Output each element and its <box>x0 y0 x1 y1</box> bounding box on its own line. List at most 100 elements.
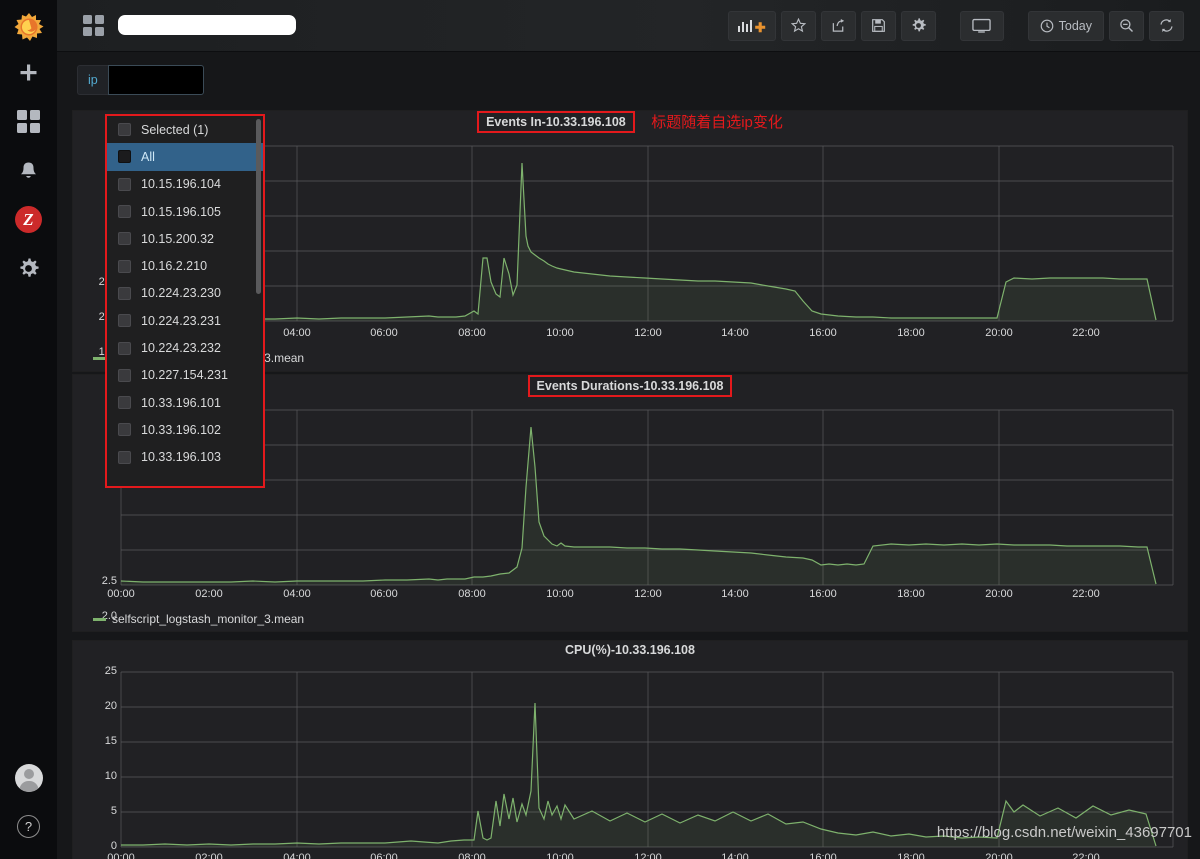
checkbox-icon[interactable] <box>118 205 131 219</box>
sidebar-item-dashboards[interactable] <box>0 97 57 146</box>
xtick-6: 12:00 <box>634 588 662 600</box>
checkbox-icon[interactable] <box>118 368 131 382</box>
panel-title-cpu: CPU(%)-10.33.196.108 <box>565 643 695 657</box>
grafana-logo-icon[interactable] <box>9 8 49 48</box>
page-scrollbar[interactable] <box>1193 52 1199 859</box>
variable-ip-label: ip <box>77 65 108 95</box>
bell-icon <box>20 162 37 178</box>
xtick-7: 14:00 <box>721 327 749 339</box>
xtick-4: 08:00 <box>458 327 486 339</box>
top-bar: ✚ Today <box>57 0 1200 52</box>
checkbox-icon[interactable] <box>118 150 131 164</box>
checkbox-icon[interactable] <box>118 423 131 437</box>
refresh-button[interactable] <box>1149 10 1184 41</box>
checkbox-icon[interactable] <box>118 259 131 273</box>
ytick-4: 5 <box>110 805 117 817</box>
tv-mode-button[interactable] <box>959 10 1004 41</box>
xtick-5: 10:00 <box>546 588 574 600</box>
dropdown-option-label: 10.33.196.101 <box>141 395 221 410</box>
gear-icon <box>20 258 39 277</box>
xtick-11: 22:00 <box>1072 852 1100 859</box>
checkbox-icon[interactable] <box>118 286 131 300</box>
ytick-2: 15 <box>104 735 117 747</box>
xtick-3: 06:00 <box>370 588 398 600</box>
dropdown-option[interactable]: 10.33.196.101 <box>107 389 263 416</box>
xtick-3: 06:00 <box>370 327 398 339</box>
xtick-7: 14:00 <box>721 852 749 859</box>
xtick-8: 16:00 <box>809 327 837 339</box>
checkbox-icon[interactable] <box>118 341 131 355</box>
dropdown-option-label: 10.33.196.103 <box>141 450 221 465</box>
xtick-0: 00:00 <box>107 852 135 859</box>
dropdown-option[interactable]: 10.33.196.102 <box>107 416 263 443</box>
legend-events-durations[interactable]: selfscript_logstash_monitor_3.mean <box>93 612 304 626</box>
dashboard-settings-button[interactable] <box>900 10 936 41</box>
checkbox-icon[interactable] <box>118 314 131 328</box>
bar-chart-plus-icon: ✚ <box>737 19 766 34</box>
xtick-10: 20:00 <box>985 327 1013 339</box>
dropdown-option-label: 10.224.23.231 <box>141 313 221 328</box>
save-dashboard-button[interactable] <box>860 10 896 41</box>
dropdown-option[interactable]: 10.15.196.104 <box>107 171 263 198</box>
mark-favorite-button[interactable] <box>780 10 816 41</box>
checkbox-icon[interactable] <box>118 123 131 137</box>
refresh-icon <box>1160 18 1173 33</box>
xtick-7: 14:00 <box>721 588 749 600</box>
help-icon: ? <box>17 815 40 838</box>
sidebar-item-create[interactable] <box>0 48 57 97</box>
dropdown-option-label: 10.33.196.102 <box>141 422 221 437</box>
dropdown-option[interactable]: 10.224.23.230 <box>107 280 263 307</box>
sidebar-item-help[interactable]: ? <box>0 802 57 851</box>
variable-ip-input[interactable] <box>107 65 204 95</box>
xtick-5: 10:00 <box>546 852 574 859</box>
sidebar-item-user[interactable] <box>0 753 57 802</box>
zoom-out-button[interactable] <box>1109 10 1144 41</box>
share-icon <box>832 18 844 32</box>
xtick-9: 18:00 <box>897 852 925 859</box>
share-dashboard-button[interactable] <box>820 10 856 41</box>
xtick-4: 08:00 <box>458 588 486 600</box>
xtick-4: 08:00 <box>458 852 486 859</box>
dropdown-option[interactable]: All <box>107 143 263 171</box>
xtick-3: 06:00 <box>370 852 398 859</box>
star-icon <box>790 18 806 33</box>
ytick-0: 2.5 <box>101 575 117 587</box>
sidebar-item-configuration[interactable] <box>0 244 57 293</box>
dashboard-title-redacted <box>118 14 296 35</box>
dropdown-option[interactable]: 10.224.23.232 <box>107 334 263 361</box>
dashboards-grid-icon <box>17 110 40 133</box>
dropdown-option-label: Selected (1) <box>141 122 209 137</box>
checkbox-icon[interactable] <box>118 450 131 464</box>
variable-ip-dropdown[interactable]: Selected (1) All 10.15.196.104 10.15.196.10… <box>105 114 265 488</box>
avatar <box>14 763 43 792</box>
dropdown-option-label: 10.227.154.231 <box>141 368 228 383</box>
dropdown-option[interactable]: 10.15.200.32 <box>107 225 263 252</box>
add-panel-button[interactable]: ✚ <box>727 10 776 41</box>
checkbox-icon[interactable] <box>118 232 131 246</box>
dropdown-option-label: 10.15.200.32 <box>141 231 214 246</box>
xtick-11: 22:00 <box>1072 588 1100 600</box>
sidebar-item-zabbix[interactable]: Z <box>0 195 57 244</box>
time-picker-button[interactable]: Today <box>1027 10 1104 41</box>
checkbox-icon[interactable] <box>118 177 131 191</box>
dropdown-option[interactable]: 10.227.154.231 <box>107 362 263 389</box>
checkbox-icon[interactable] <box>118 396 131 410</box>
xtick-2: 04:00 <box>283 852 311 859</box>
dropdown-selected-count[interactable]: Selected (1) <box>107 116 263 143</box>
xtick-10: 20:00 <box>985 852 1013 859</box>
dropdown-scrollbar[interactable] <box>256 119 261 294</box>
chart-area-fill <box>121 427 1156 585</box>
dropdown-option[interactable]: 10.15.196.105 <box>107 198 263 225</box>
dropdown-option[interactable]: 10.33.196.103 <box>107 444 263 471</box>
xtick-11: 22:00 <box>1072 327 1100 339</box>
dropdown-option[interactable]: 10.16.2.210 <box>107 252 263 279</box>
search-icon <box>1120 19 1133 32</box>
dropdown-option-label: 10.16.2.210 <box>141 259 208 274</box>
ytick-0: 25 <box>104 665 117 677</box>
page-title[interactable] <box>118 14 296 37</box>
menu-grid-icon[interactable] <box>83 15 104 36</box>
sidebar-item-alerting[interactable] <box>0 146 57 195</box>
dropdown-option-list: Selected (1) All 10.15.196.104 10.15.196.10… <box>107 116 263 471</box>
xtick-9: 18:00 <box>897 588 925 600</box>
dropdown-option[interactable]: 10.224.23.231 <box>107 307 263 334</box>
